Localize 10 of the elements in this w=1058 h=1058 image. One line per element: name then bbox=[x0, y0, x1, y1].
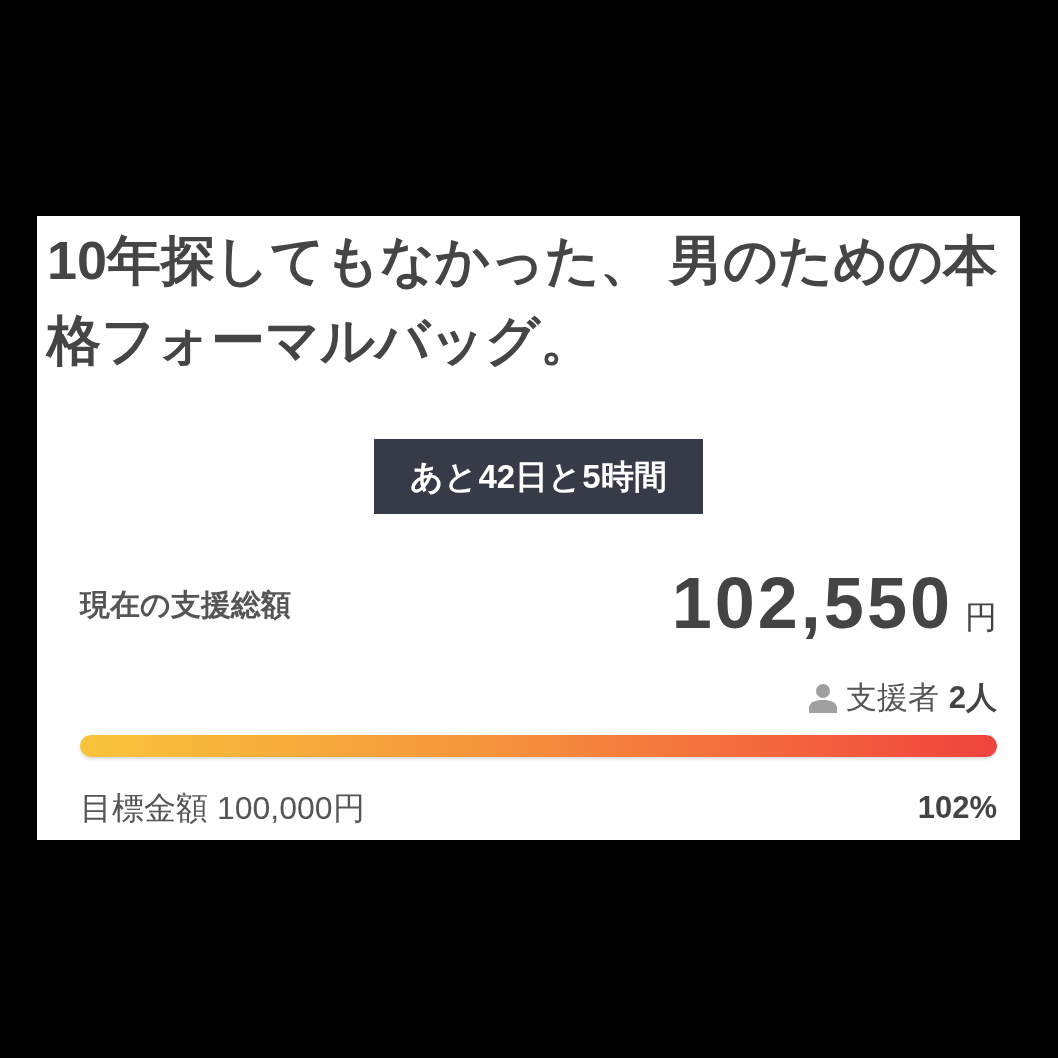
currency-unit: 円 bbox=[965, 598, 997, 637]
supporters-count: 2人 bbox=[948, 679, 997, 717]
total-amount: 102,550 bbox=[671, 567, 953, 639]
time-remaining-badge: あと42日と5時間 bbox=[374, 439, 703, 514]
project-title: 10年探してもなかった、 男のための本格フォーマルバッグ。 bbox=[44, 229, 999, 372]
supporters-label: 支援者 bbox=[845, 679, 939, 717]
percent-funded: 102% bbox=[917, 789, 997, 827]
goal-amount: 目標金額 100,000円 bbox=[80, 789, 365, 828]
total-label: 現在の支援総額 bbox=[80, 587, 291, 623]
person-icon bbox=[807, 683, 838, 713]
